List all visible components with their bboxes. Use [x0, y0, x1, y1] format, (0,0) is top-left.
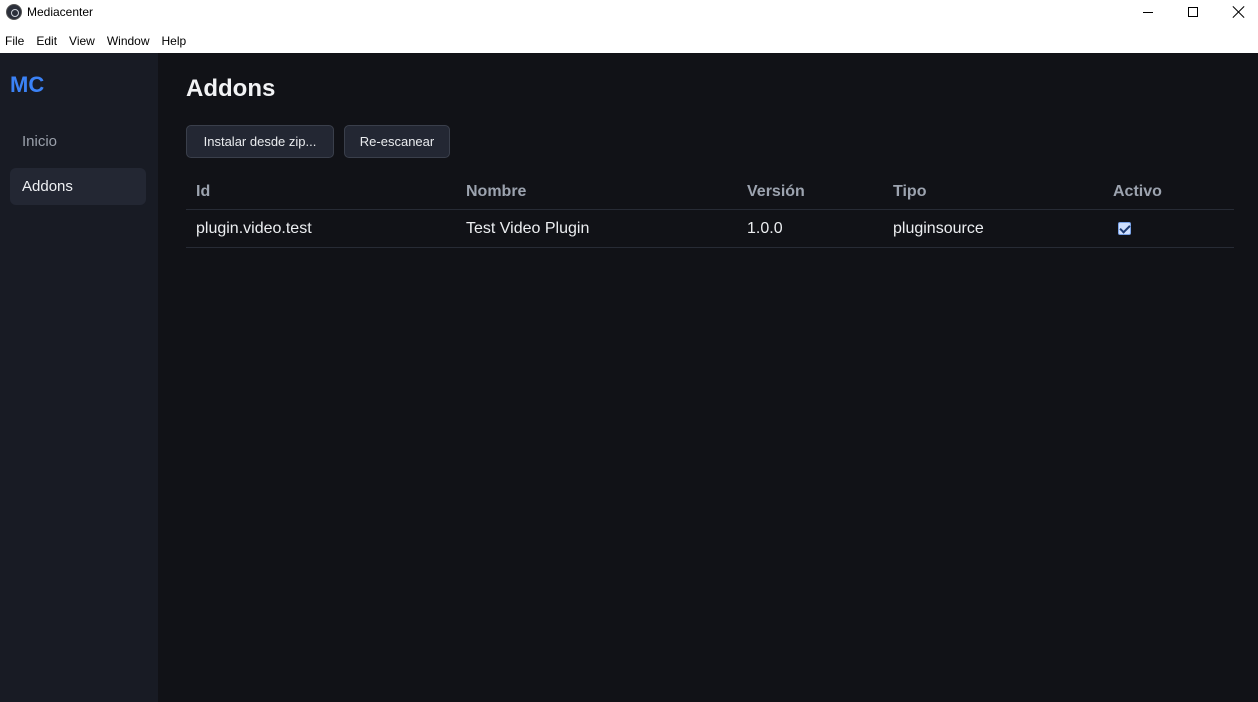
active-checkbox[interactable]	[1118, 222, 1131, 235]
cell-id: plugin.video.test	[196, 220, 312, 237]
column-header-version: Versión	[747, 183, 805, 200]
cell-version: 1.0.0	[747, 220, 783, 237]
app-icon	[6, 4, 22, 20]
menu-bar: File Edit View Window Help	[0, 28, 1258, 53]
main-content: Addons Instalar desde zip... Re-escanear…	[158, 53, 1258, 702]
column-header-name: Nombre	[466, 183, 527, 200]
column-header-id: Id	[196, 183, 211, 200]
addons-table: Id Nombre Versión Tipo Activo plugin.vid…	[186, 173, 1234, 248]
menu-view[interactable]: View	[69, 30, 95, 52]
menu-help[interactable]: Help	[162, 30, 187, 52]
brand-logo: MC	[10, 72, 45, 97]
sidebar-item-addons[interactable]: Addons	[10, 168, 146, 205]
maximize-icon	[1188, 7, 1198, 17]
menu-file[interactable]: File	[5, 30, 24, 52]
sidebar-item-inicio[interactable]: Inicio	[10, 123, 146, 160]
column-header-active: Activo	[1113, 183, 1162, 200]
sidebar: MC Inicio Addons	[0, 53, 158, 702]
close-icon	[1233, 6, 1245, 18]
minimize-icon	[1143, 11, 1153, 13]
maximize-button[interactable]	[1170, 0, 1216, 24]
menu-window[interactable]: Window	[107, 30, 150, 52]
rescan-button[interactable]: Re-escanear	[344, 125, 450, 158]
title-bar: Mediacenter	[0, 0, 1258, 28]
install-from-zip-button[interactable]: Instalar desde zip...	[186, 125, 334, 158]
table-row: plugin.video.test Test Video Plugin 1.0.…	[186, 210, 1234, 248]
window-title: Mediacenter	[27, 5, 94, 19]
table-header: Id Nombre Versión Tipo Activo	[186, 173, 1234, 210]
cell-type: pluginsource	[893, 220, 984, 237]
cell-name: Test Video Plugin	[466, 220, 590, 237]
page-title: Addons	[186, 75, 276, 102]
minimize-button[interactable]	[1125, 0, 1171, 24]
close-button[interactable]	[1216, 0, 1258, 24]
column-header-type: Tipo	[893, 183, 927, 200]
menu-edit[interactable]: Edit	[36, 30, 57, 52]
